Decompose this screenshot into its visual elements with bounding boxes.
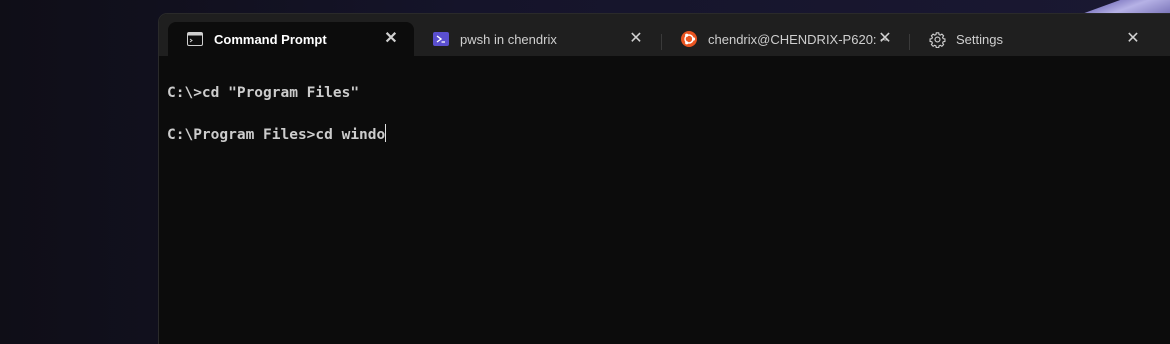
tab-command-prompt[interactable]: Command Prompt ✕ bbox=[168, 22, 414, 56]
tab-label: Settings bbox=[956, 31, 1003, 47]
tab-label: pwsh in chendrix bbox=[460, 31, 557, 47]
tab-bar: Command Prompt ✕ pwsh in chendrix ✕ chen… bbox=[159, 14, 1170, 56]
close-icon[interactable]: ✕ bbox=[1124, 30, 1142, 48]
gear-icon bbox=[928, 30, 946, 48]
tab-ubuntu[interactable]: chendrix@CHENDRIX-P620: ~ ✕ bbox=[662, 22, 908, 56]
console-input-line[interactable]: C:\Program Files>cd windo bbox=[167, 124, 387, 143]
cmd-icon bbox=[186, 30, 204, 48]
close-icon[interactable]: ✕ bbox=[627, 30, 645, 48]
terminal-window: Command Prompt ✕ pwsh in chendrix ✕ chen… bbox=[159, 14, 1170, 344]
close-icon[interactable]: ✕ bbox=[382, 30, 400, 48]
close-icon[interactable]: ✕ bbox=[876, 30, 894, 48]
console-line: C:\>cd "Program Files" bbox=[167, 85, 359, 101]
command-text: C:\>cd "Program Files" bbox=[167, 85, 360, 101]
tab-label: chendrix@CHENDRIX-P620: ~ bbox=[708, 31, 888, 47]
tab-label: Command Prompt bbox=[214, 31, 327, 47]
desktop-wallpaper-accent bbox=[1060, 0, 1170, 14]
text-cursor bbox=[385, 124, 387, 142]
terminal-output[interactable]: C:\>cd "Program Files" C:\Program Files>… bbox=[167, 80, 1160, 344]
powershell-icon bbox=[432, 30, 450, 48]
tab-pwsh[interactable]: pwsh in chendrix ✕ bbox=[414, 22, 659, 56]
command-text: C:\Program Files>cd windo bbox=[167, 127, 386, 143]
tab-settings[interactable]: Settings ✕ bbox=[910, 22, 1156, 56]
ubuntu-icon bbox=[680, 30, 698, 48]
